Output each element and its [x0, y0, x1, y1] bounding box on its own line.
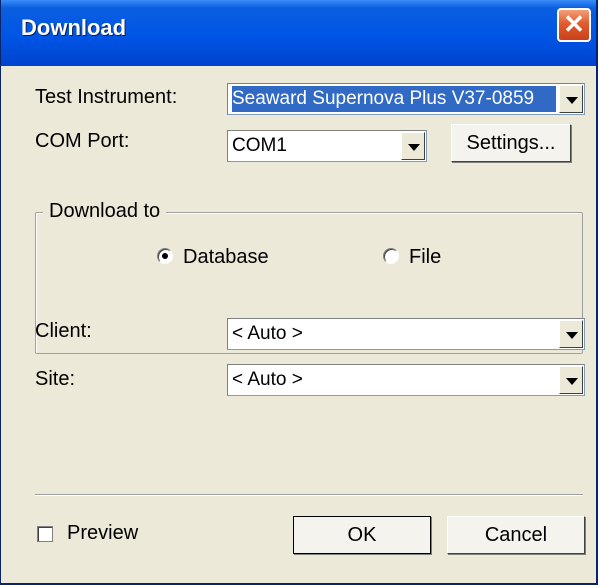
com-port-value: COM1 — [232, 135, 287, 156]
settings-button[interactable]: Settings... — [451, 124, 571, 162]
client-label: Client: — [35, 320, 92, 342]
download-to-title: Download to — [43, 200, 167, 223]
close-button[interactable]: ✕ — [557, 8, 591, 42]
test-instrument-label: Test Instrument: — [35, 86, 178, 108]
test-instrument-dropdown[interactable]: Seaward Supernova Plus V37-0859 — [227, 83, 585, 115]
com-port-dropdown[interactable]: COM1 — [227, 130, 427, 162]
com-port-label: COM Port: — [35, 130, 130, 152]
dialog-title: Download — [21, 15, 127, 40]
preview-checkbox-label[interactable]: Preview — [67, 522, 138, 545]
preview-checkbox[interactable] — [37, 526, 53, 542]
site-label: Site: — [35, 368, 76, 390]
settings-button-label: Settings... — [466, 132, 556, 154]
cancel-button[interactable]: Cancel — [447, 516, 585, 554]
download-dialog: Download ✕ Test Instrument: Seaward Supe… — [0, 0, 598, 585]
file-radio-label[interactable]: File — [409, 246, 441, 269]
chevron-down-icon[interactable] — [559, 366, 583, 394]
database-radio[interactable] — [157, 248, 173, 264]
cancel-button-label: Cancel — [484, 524, 548, 546]
title-bar[interactable]: Download ✕ — [1, 0, 596, 66]
site-value: < Auto > — [232, 369, 303, 390]
chevron-down-icon[interactable] — [559, 320, 583, 348]
client-value: < Auto > — [232, 323, 303, 344]
divider — [35, 494, 583, 496]
test-instrument-value: Seaward Supernova Plus V37-0859 — [232, 86, 556, 112]
chevron-down-icon[interactable] — [559, 85, 583, 113]
file-radio[interactable] — [383, 248, 399, 264]
ok-button[interactable]: OK — [293, 516, 431, 554]
database-radio-label[interactable]: Database — [183, 246, 269, 269]
ok-button-label: OK — [347, 524, 377, 546]
site-dropdown[interactable]: < Auto > — [227, 364, 585, 396]
dialog-body: Test Instrument: Seaward Supernova Plus … — [1, 66, 596, 583]
close-icon: ✕ — [563, 9, 585, 39]
client-dropdown[interactable]: < Auto > — [227, 318, 585, 350]
chevron-down-icon[interactable] — [401, 132, 425, 160]
